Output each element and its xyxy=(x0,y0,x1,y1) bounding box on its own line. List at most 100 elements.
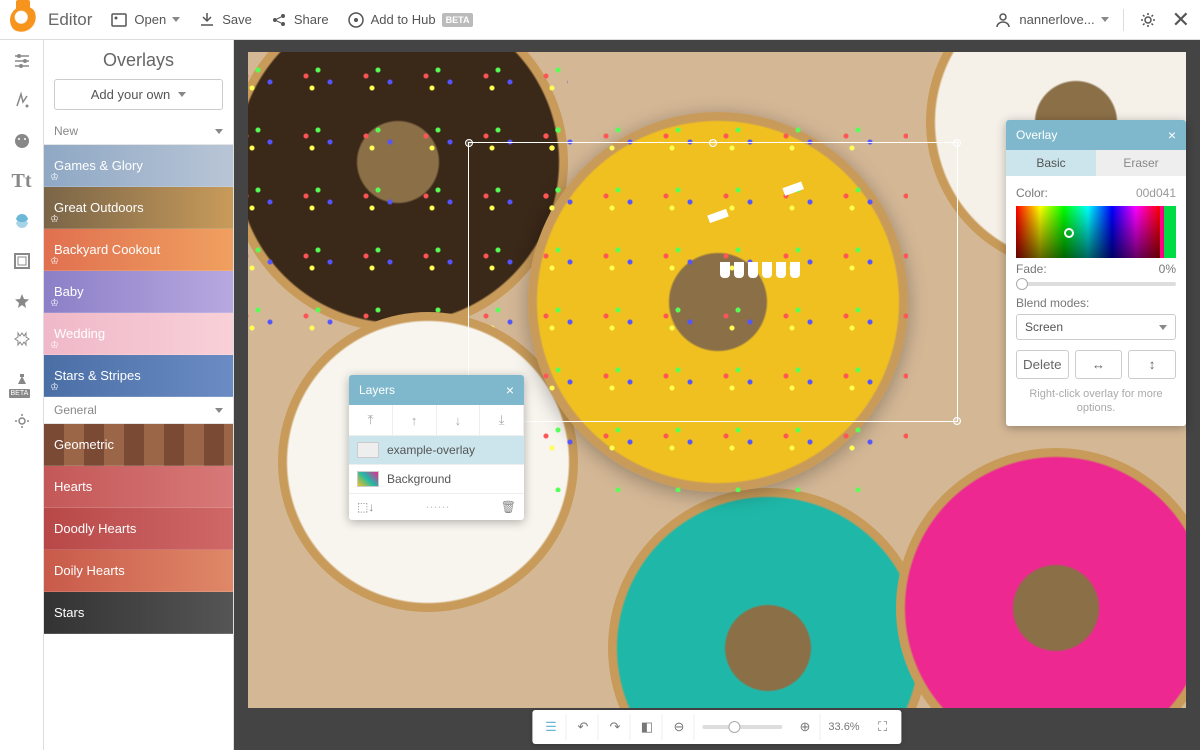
add-your-own-button[interactable]: Add your own xyxy=(54,79,223,110)
fullscreen-button[interactable]: ⛶ xyxy=(868,714,898,740)
rail-adjustments[interactable] xyxy=(9,48,35,74)
layer-name: example-overlay xyxy=(387,443,475,457)
layer-thumbnail xyxy=(357,442,379,458)
zoom-in-button[interactable]: ⊕ xyxy=(790,714,820,740)
user-menu[interactable]: nannerlove... xyxy=(993,10,1108,30)
compare-button[interactable]: ◧ xyxy=(632,714,662,740)
color-value: 00d041 xyxy=(1136,186,1176,200)
layer-to-top[interactable]: ⤒ xyxy=(349,405,393,435)
hub-icon xyxy=(347,11,365,29)
section-new[interactable]: New xyxy=(44,118,233,145)
rail-frames[interactable] xyxy=(9,248,35,274)
resize-handle[interactable] xyxy=(953,417,961,425)
sidebar-title: Overlays xyxy=(44,40,233,79)
fade-value: 0% xyxy=(1159,262,1176,276)
layer-item[interactable]: example-overlay xyxy=(349,436,524,465)
canvas-area: Layers × ⤒ ↑ ↓ ⤓ example-overlay Backgro… xyxy=(234,40,1200,750)
layer-down[interactable]: ↓ xyxy=(437,405,481,435)
close-icon[interactable]: × xyxy=(1168,127,1176,143)
overlay-title: Overlay xyxy=(1016,128,1057,142)
cat-stars-stripes[interactable]: Stars & Stripes♔ xyxy=(44,355,233,397)
save-label: Save xyxy=(222,12,252,27)
flatten-icon[interactable]: ⬚↓ xyxy=(357,500,374,514)
layers-toggle[interactable]: ☰ xyxy=(536,714,566,740)
close-icon[interactable]: ✕ xyxy=(1172,7,1190,33)
cat-hearts[interactable]: Hearts xyxy=(44,466,233,508)
cat-great-outdoors[interactable]: Great Outdoors♔ xyxy=(44,187,233,229)
rail-textures[interactable] xyxy=(9,288,35,314)
gear-icon[interactable] xyxy=(1138,10,1158,30)
logo-icon xyxy=(10,6,38,34)
image-plus-icon xyxy=(110,11,128,29)
share-button[interactable]: Share xyxy=(270,11,329,29)
open-label: Open xyxy=(134,12,166,27)
drag-handle-icon[interactable]: ⋯⋯ xyxy=(426,500,450,514)
add-hub-label: Add to Hub xyxy=(371,12,436,27)
zoom-slider[interactable] xyxy=(702,725,782,729)
tab-basic[interactable]: Basic xyxy=(1006,150,1096,176)
slider-knob[interactable] xyxy=(1016,278,1028,290)
layers-title: Layers xyxy=(359,383,395,397)
rail-settings[interactable] xyxy=(9,408,35,434)
overlay-panel: Overlay × Basic Eraser Color: 00d041 Fad… xyxy=(1006,120,1186,426)
save-button[interactable]: Save xyxy=(198,11,252,29)
delete-button[interactable]: Delete xyxy=(1016,350,1069,379)
blend-label: Blend modes: xyxy=(1016,296,1176,310)
undo-button[interactable]: ↶ xyxy=(568,714,598,740)
rail-overlays[interactable] xyxy=(9,208,35,234)
canvas-content xyxy=(896,448,1186,708)
cat-wedding[interactable]: Wedding♔ xyxy=(44,313,233,355)
rail-text[interactable]: Tt xyxy=(9,168,35,194)
fade-label: Fade: xyxy=(1016,262,1047,276)
canvas-content xyxy=(608,488,928,708)
add-own-label: Add your own xyxy=(91,87,171,102)
flip-vertical-button[interactable]: ↕ xyxy=(1128,350,1176,379)
cat-baby[interactable]: Baby♔ xyxy=(44,271,233,313)
caret-down-icon xyxy=(1159,325,1167,330)
blend-value: Screen xyxy=(1025,320,1063,334)
rail-touchup[interactable] xyxy=(9,128,35,154)
rail-effects[interactable] xyxy=(9,88,35,114)
add-to-hub-button[interactable]: Add to Hub BETA xyxy=(347,11,474,29)
overlay-hint: Right-click overlay for more options. xyxy=(1016,387,1176,416)
cat-backyard-cookout[interactable]: Backyard Cookout♔ xyxy=(44,229,233,271)
layer-thumbnail xyxy=(357,471,379,487)
tab-eraser[interactable]: Eraser xyxy=(1096,150,1186,176)
canvas-content xyxy=(248,52,568,332)
layers-header[interactable]: Layers × xyxy=(349,375,524,405)
layer-up[interactable]: ↑ xyxy=(393,405,437,435)
redo-button[interactable]: ↷ xyxy=(600,714,630,740)
caret-down-icon xyxy=(178,92,186,97)
cat-stars[interactable]: Stars xyxy=(44,592,233,634)
cat-doily-hearts[interactable]: Doily Hearts xyxy=(44,550,233,592)
flip-horizontal-button[interactable]: ↔ xyxy=(1075,350,1123,379)
open-button[interactable]: Open xyxy=(110,11,180,29)
cat-games-glory[interactable]: Games & Glory♔ xyxy=(44,145,233,187)
layer-name: Background xyxy=(387,472,451,486)
zoom-knob[interactable] xyxy=(728,721,740,733)
fade-slider[interactable] xyxy=(1016,282,1176,286)
rail-themes[interactable] xyxy=(9,328,35,354)
overlay-header[interactable]: Overlay × xyxy=(1006,120,1186,150)
rail-beta[interactable]: BETA xyxy=(9,368,35,394)
color-cursor[interactable] xyxy=(1064,228,1074,238)
layer-to-bottom[interactable]: ⤓ xyxy=(480,405,524,435)
blend-mode-select[interactable]: Screen xyxy=(1016,314,1176,340)
save-icon xyxy=(198,11,216,29)
color-picker[interactable] xyxy=(1016,206,1176,258)
topbar: Editor Open Save Share Add to Hub BETA n… xyxy=(0,0,1200,40)
section-general[interactable]: General xyxy=(44,397,233,424)
sidebar: Overlays Add your own New Games & Glory♔… xyxy=(44,40,234,750)
close-icon[interactable]: × xyxy=(506,382,514,398)
cat-doodly-hearts[interactable]: Doodly Hearts xyxy=(44,508,233,550)
zoom-out-button[interactable]: ⊖ xyxy=(664,714,694,740)
layer-item[interactable]: Background xyxy=(349,465,524,494)
editor-title: Editor xyxy=(48,10,92,30)
caret-down-icon xyxy=(172,17,180,22)
share-icon xyxy=(270,11,288,29)
trash-icon[interactable]: 🗑 xyxy=(501,500,516,514)
cat-geometric[interactable]: Geometric xyxy=(44,424,233,466)
color-label: Color: xyxy=(1016,186,1048,200)
layers-panel: Layers × ⤒ ↑ ↓ ⤓ example-overlay Backgro… xyxy=(349,375,524,520)
caret-down-icon xyxy=(1101,17,1109,22)
